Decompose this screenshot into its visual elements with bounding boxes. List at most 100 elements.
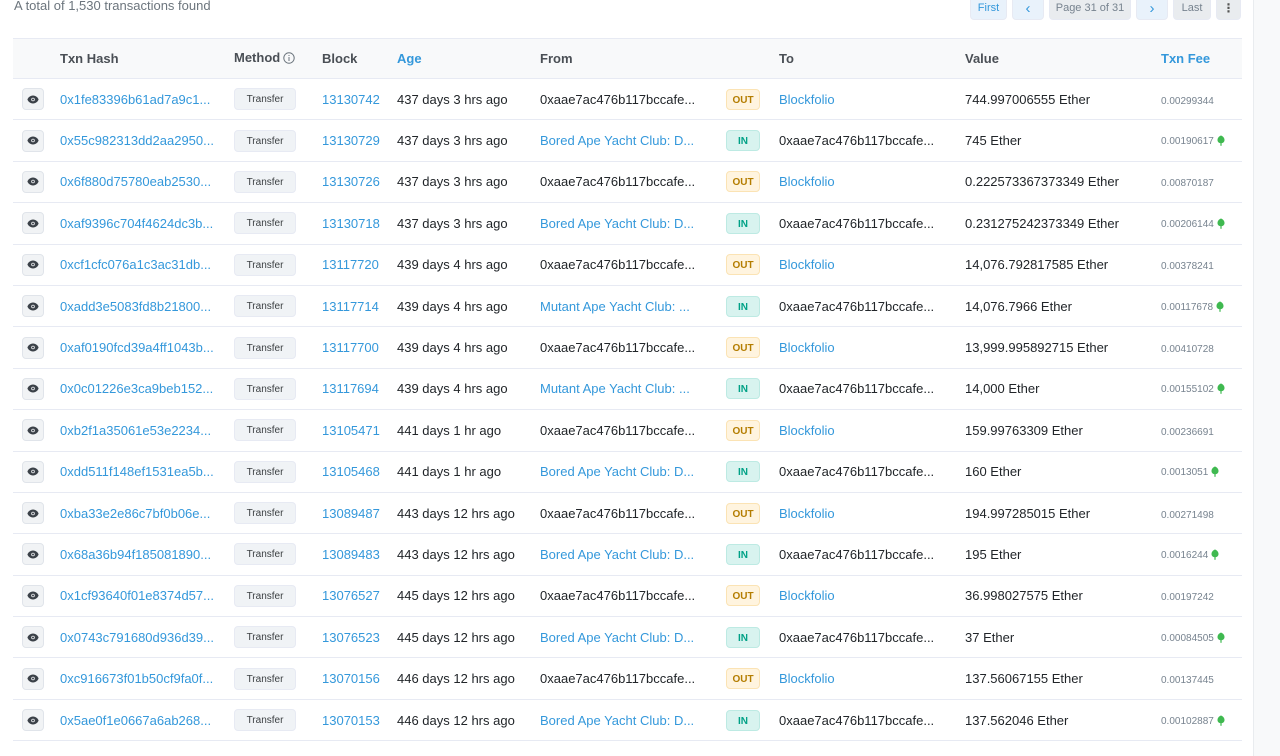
from-address[interactable]: 0xaae7ac476b117bccafe... — [540, 92, 700, 107]
block-link[interactable]: 13117714 — [322, 299, 379, 314]
txn-hash-link[interactable]: 0xaf9396c704f4624dc3b... — [60, 216, 218, 231]
to-address[interactable]: 0xaae7ac476b117bccafe... — [779, 713, 939, 728]
block-link[interactable]: 13105468 — [322, 464, 380, 479]
from-address[interactable]: 0xaae7ac476b117bccafe... — [540, 257, 700, 272]
from-address[interactable]: 0xaae7ac476b117bccafe... — [540, 174, 700, 189]
first-page-button[interactable]: First — [970, 0, 1007, 20]
block-link[interactable]: 13117700 — [322, 340, 379, 355]
from-address[interactable]: 0xaae7ac476b117bccafe... — [540, 423, 700, 438]
to-address[interactable]: Blockfolio — [779, 671, 939, 686]
txn-hash-link[interactable]: 0xadd3e5083fd8b21800... — [60, 299, 218, 314]
to-cell: Blockfolio — [779, 575, 965, 618]
txn-hash-link[interactable]: 0x0c01226e3ca9beb152... — [60, 381, 218, 396]
txn-hash-link[interactable]: 0xc916673f01b50cf9fa0f... — [60, 671, 218, 686]
eye-icon[interactable] — [22, 460, 44, 483]
header-txn-fee[interactable]: Txn Fee — [1161, 38, 1242, 79]
eye-icon[interactable] — [22, 377, 44, 400]
eye-icon[interactable] — [22, 502, 44, 525]
to-address[interactable]: Blockfolio — [779, 257, 939, 272]
to-address[interactable]: Blockfolio — [779, 423, 939, 438]
txn-hash-link[interactable]: 0x68a36b94f185081890... — [60, 547, 218, 562]
txn-hash-link[interactable]: 0x0743c791680d936d39... — [60, 630, 218, 645]
block-link[interactable]: 13076527 — [322, 588, 380, 603]
eye-icon[interactable] — [22, 543, 44, 566]
block-link[interactable]: 13089483 — [322, 547, 380, 562]
direction-cell: IN — [726, 451, 779, 493]
eye-icon[interactable] — [22, 667, 44, 690]
txn-hash-link[interactable]: 0xb2f1a35061e53e2234... — [60, 423, 218, 438]
from-address[interactable]: 0xaae7ac476b117bccafe... — [540, 340, 700, 355]
block-cell: 13076523 — [322, 616, 397, 659]
to-address[interactable]: Blockfolio — [779, 340, 939, 355]
txn-fee-text: 0.0016244 — [1161, 549, 1209, 561]
to-address[interactable]: Blockfolio — [779, 174, 939, 189]
eye-icon[interactable] — [22, 212, 44, 235]
txn-fee-text: 0.00236691 — [1161, 426, 1214, 438]
eye-icon[interactable] — [22, 419, 44, 442]
eye-icon[interactable] — [22, 129, 44, 152]
info-icon[interactable] — [283, 52, 295, 67]
from-address[interactable]: Bored Ape Yacht Club: D... — [540, 464, 700, 479]
more-options-button[interactable]: ⋮ — [1216, 0, 1241, 20]
txn-hash-link[interactable]: 0x55c982313dd2aa2950... — [60, 133, 218, 148]
eye-icon[interactable] — [22, 88, 44, 111]
from-address[interactable]: Bored Ape Yacht Club: D... — [540, 547, 700, 562]
txn-hash-link[interactable]: 0xcf1cfc076a1c3ac31db... — [60, 257, 218, 272]
to-address[interactable]: 0xaae7ac476b117bccafe... — [779, 299, 939, 314]
block-link[interactable]: 13089487 — [322, 506, 380, 521]
from-address[interactable]: 0xaae7ac476b117bccafe... — [540, 506, 700, 521]
to-address[interactable]: Blockfolio — [779, 92, 939, 107]
from-address[interactable]: Bored Ape Yacht Club: D... — [540, 713, 700, 728]
to-address[interactable]: 0xaae7ac476b117bccafe... — [779, 216, 939, 231]
block-link[interactable]: 13105471 — [322, 423, 380, 438]
block-link[interactable]: 13130718 — [322, 216, 380, 231]
from-address[interactable]: 0xaae7ac476b117bccafe... — [540, 588, 700, 603]
from-address[interactable]: Mutant Ape Yacht Club: ... — [540, 381, 700, 396]
eye-icon[interactable] — [22, 626, 44, 649]
age-cell: 437 days 3 hrs ago — [397, 161, 540, 204]
to-address[interactable]: Blockfolio — [779, 506, 939, 521]
txn-hash-link[interactable]: 0xba33e2e86c7bf0b06e... — [60, 506, 218, 521]
eye-icon[interactable] — [22, 584, 44, 607]
eye-icon[interactable] — [22, 295, 44, 318]
header-age[interactable]: Age — [397, 38, 540, 79]
block-link[interactable]: 13117694 — [322, 381, 379, 396]
block-link[interactable]: 13070153 — [322, 713, 380, 728]
from-address[interactable]: Mutant Ape Yacht Club: ... — [540, 299, 700, 314]
txn-fee-text: 0.00299344 — [1161, 95, 1214, 107]
txn-hash-link[interactable]: 0x5ae0f1e0667a6ab268... — [60, 713, 218, 728]
from-address[interactable]: Bored Ape Yacht Club: D... — [540, 133, 700, 148]
txn-hash-link[interactable]: 0x6f880d75780eab2530... — [60, 174, 218, 189]
to-address[interactable]: 0xaae7ac476b117bccafe... — [779, 381, 939, 396]
block-link[interactable]: 13117720 — [322, 257, 379, 272]
to-address[interactable]: 0xaae7ac476b117bccafe... — [779, 630, 939, 645]
from-address[interactable]: 0xaae7ac476b117bccafe... — [540, 671, 700, 686]
to-address[interactable]: 0xaae7ac476b117bccafe... — [779, 547, 939, 562]
txn-hash-link[interactable]: 0xdd511f148ef1531ea5b... — [60, 464, 218, 479]
eye-icon[interactable] — [22, 170, 44, 193]
from-cell: 0xaae7ac476b117bccafe... — [540, 409, 726, 452]
txn-fee-text: 0.00378241 — [1161, 261, 1214, 273]
eye-icon[interactable] — [22, 709, 44, 732]
prev-page-button[interactable]: ‹ — [1012, 0, 1044, 20]
block-link[interactable]: 13070156 — [322, 671, 380, 686]
eye-icon[interactable] — [22, 253, 44, 276]
block-link[interactable]: 13076523 — [322, 630, 380, 645]
txn-hash-link[interactable]: 0x1fe83396b61ad7a9c1... — [60, 92, 218, 107]
block-link[interactable]: 13130742 — [322, 92, 380, 107]
from-address[interactable]: Bored Ape Yacht Club: D... — [540, 630, 700, 645]
eye-icon[interactable] — [22, 336, 44, 359]
from-address[interactable]: Bored Ape Yacht Club: D... — [540, 216, 700, 231]
next-page-button[interactable]: › — [1136, 0, 1168, 20]
last-page-button[interactable]: Last — [1173, 0, 1211, 20]
age-cell: 439 days 4 hrs ago — [397, 244, 540, 286]
method-cell: Transfer — [234, 575, 322, 618]
value-text: 194.997285015 Ether — [965, 505, 1091, 521]
txn-hash-link[interactable]: 0xaf0190fcd39a4ff1043b... — [60, 340, 218, 355]
txn-hash-link[interactable]: 0x1cf93640f01e8374d57... — [60, 588, 218, 603]
block-link[interactable]: 13130729 — [322, 133, 380, 148]
to-address[interactable]: 0xaae7ac476b117bccafe... — [779, 133, 939, 148]
to-address[interactable]: Blockfolio — [779, 588, 939, 603]
block-link[interactable]: 13130726 — [322, 174, 380, 189]
to-address[interactable]: 0xaae7ac476b117bccafe... — [779, 464, 939, 479]
